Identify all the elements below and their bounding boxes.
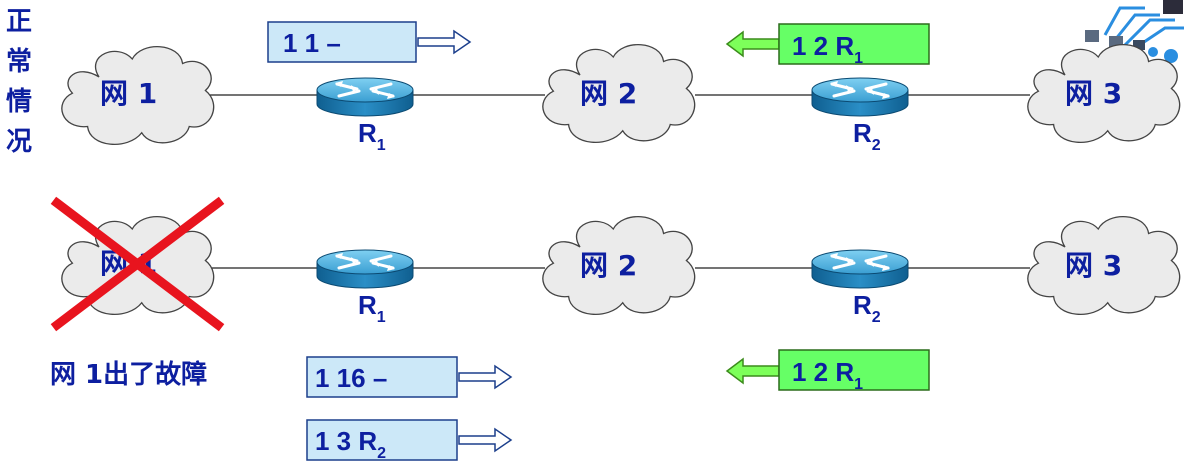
message-text: 1 1 – — [283, 28, 341, 58]
arrow-icon — [726, 31, 780, 57]
router-icon — [810, 76, 910, 118]
fault-note: 网 1出了故障 — [50, 359, 207, 390]
message-text: 1 16 – — [315, 363, 387, 393]
router-icon — [315, 248, 415, 290]
arrow-icon — [726, 358, 780, 384]
net1-label: 网 1 — [100, 77, 157, 110]
net3-label: 网 3 — [1065, 77, 1122, 110]
arrow-icon — [417, 30, 471, 54]
net2-label: 网 2 — [580, 249, 637, 282]
network-diagram: 正 常 情 况 网 1 网 2 网 3 R1 R2 1 1 – 1 2 R1 网… — [6, 0, 1184, 462]
top-row: 网 1 网 2 网 3 R1 R2 1 1 – 1 2 R1 — [61, 21, 1181, 154]
router-icon — [810, 248, 910, 290]
side-label-char-1: 正 — [6, 7, 32, 37]
router-r2-label: R2 — [853, 118, 881, 154]
router-r2-label: R2 — [853, 290, 881, 326]
message-box-left: 1 2 R1 — [726, 349, 930, 393]
side-label-char-4: 况 — [6, 127, 32, 157]
side-label-char-2: 常 — [6, 47, 32, 77]
message-box-right: 1 1 – — [267, 21, 471, 63]
message-box-left: 1 2 R1 — [726, 23, 930, 67]
arrow-icon — [458, 428, 512, 452]
net2-label: 网 2 — [580, 77, 637, 110]
side-label-char-3: 情 — [6, 87, 32, 117]
arrow-icon — [458, 365, 512, 389]
router-icon — [315, 76, 415, 118]
bottom-row: 网 1 网 2 网 3 R1 R2 网 1出了故障 1 16 – 1 3 R2 … — [50, 196, 1181, 462]
message-box-right: 1 16 – — [306, 356, 512, 398]
net3-label: 网 3 — [1065, 249, 1122, 282]
message-box-right: 1 3 R2 — [306, 419, 512, 462]
side-label: 正 常 情 况 — [6, 7, 32, 157]
router-r1-label: R1 — [358, 290, 386, 326]
router-r1-label: R1 — [358, 118, 386, 154]
